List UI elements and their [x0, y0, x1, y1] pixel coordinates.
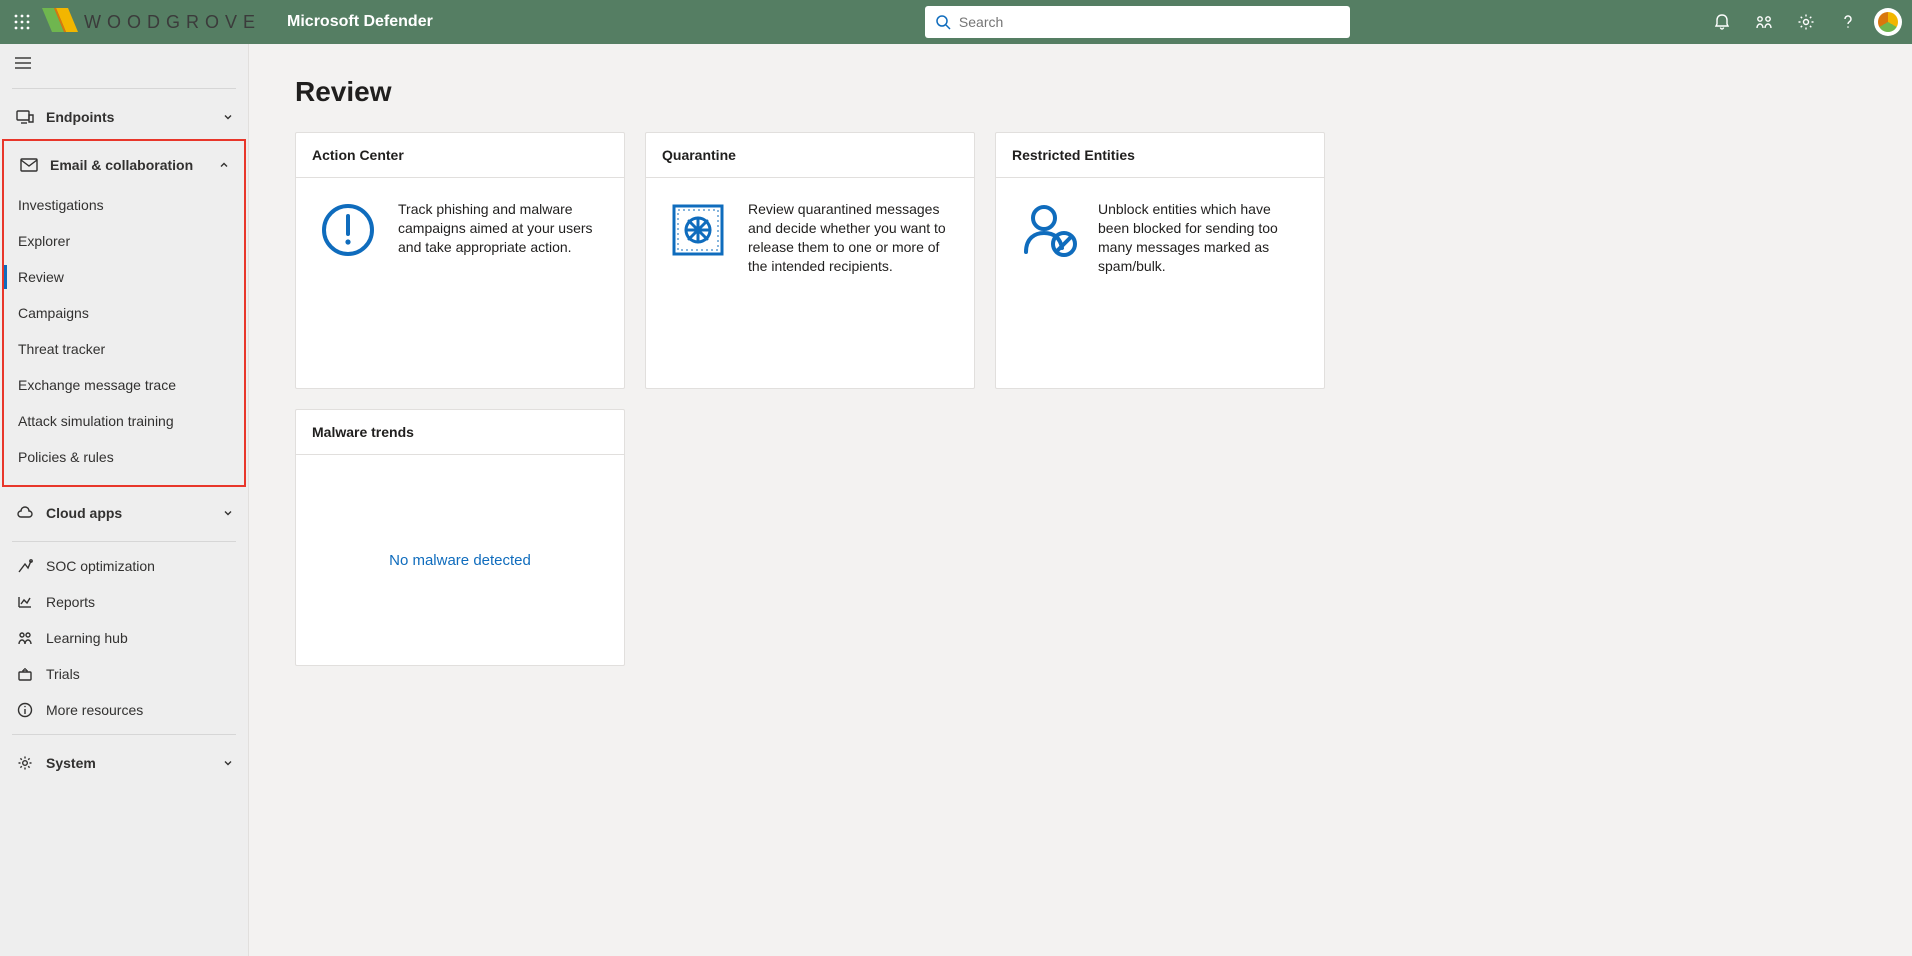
community-icon[interactable]	[1744, 0, 1784, 44]
user-blocked-icon	[1016, 200, 1080, 366]
app-name: Microsoft Defender	[287, 13, 433, 31]
card-malware-trends[interactable]: Malware trends No malware detected	[295, 409, 625, 666]
sidebar-item-exchange-trace[interactable]: Exchange message trace	[4, 367, 244, 403]
card-desc: Track phishing and malware campaigns aim…	[398, 200, 604, 366]
chevron-down-icon	[222, 757, 234, 769]
sidebar-group-label: Cloud apps	[46, 505, 122, 521]
logo-mark	[42, 8, 78, 36]
card-title: Malware trends	[296, 410, 624, 455]
card-action-center[interactable]: Action Center Track phishing and malware…	[295, 132, 625, 389]
sidebar: Endpoints Email & collaboration Investig…	[0, 44, 249, 956]
trials-icon	[14, 666, 36, 682]
page-title: Review	[295, 76, 1866, 108]
card-message: No malware detected	[389, 552, 531, 569]
sidebar-item-trials[interactable]: Trials	[0, 656, 248, 692]
sidebar-item-investigations[interactable]: Investigations	[4, 187, 244, 223]
account-avatar[interactable]	[1874, 8, 1902, 36]
card-restricted-entities[interactable]: Restricted Entities Unblock entities whi…	[995, 132, 1325, 389]
settings-icon[interactable]	[1786, 0, 1826, 44]
chevron-down-icon	[222, 507, 234, 519]
sidebar-item-more[interactable]: More resources	[0, 692, 248, 728]
app-launcher-icon[interactable]	[6, 6, 38, 38]
sidebar-group-email[interactable]: Email & collaboration	[4, 143, 244, 187]
sidebar-group-label: Email & collaboration	[50, 157, 193, 173]
card-title: Quarantine	[646, 133, 974, 178]
sidebar-item-reports[interactable]: Reports	[0, 584, 248, 620]
search-input[interactable]	[959, 14, 1340, 30]
search-icon	[935, 14, 951, 30]
sidebar-item-learning[interactable]: Learning hub	[0, 620, 248, 656]
sidebar-group-endpoints[interactable]: Endpoints	[0, 95, 248, 139]
learning-icon	[14, 630, 36, 646]
card-quarantine[interactable]: Quarantine Review quarantined messages a…	[645, 132, 975, 389]
alert-circle-icon	[316, 200, 380, 366]
sidebar-item-policies[interactable]: Policies & rules	[4, 439, 244, 475]
endpoints-icon	[14, 109, 36, 125]
quarantine-icon	[666, 200, 730, 366]
mail-icon	[18, 158, 40, 172]
search-box[interactable]	[925, 6, 1350, 38]
notifications-icon[interactable]	[1702, 0, 1742, 44]
sidebar-item-explorer[interactable]: Explorer	[4, 223, 244, 259]
main-content: Review Action Center Track phishing and …	[249, 44, 1912, 956]
card-desc: Unblock entities which have been blocked…	[1098, 200, 1304, 366]
chevron-up-icon	[218, 159, 230, 171]
sidebar-item-campaigns[interactable]: Campaigns	[4, 295, 244, 331]
help-icon[interactable]	[1828, 0, 1868, 44]
sidebar-group-cloud-apps[interactable]: Cloud apps	[0, 491, 248, 535]
top-bar: WOODGROVE Microsoft Defender	[0, 0, 1912, 44]
info-icon	[14, 702, 36, 718]
card-title: Action Center	[296, 133, 624, 178]
org-name: WOODGROVE	[84, 12, 261, 33]
sidebar-item-attack-sim[interactable]: Attack simulation training	[4, 403, 244, 439]
cloud-icon	[14, 506, 36, 520]
highlighted-section: Email & collaboration Investigations Exp…	[2, 139, 246, 487]
sidebar-group-label: Endpoints	[46, 109, 114, 125]
chevron-down-icon	[222, 111, 234, 123]
sidebar-item-review[interactable]: Review	[4, 259, 244, 295]
card-desc: Review quarantined messages and decide w…	[748, 200, 954, 366]
org-logo: WOODGROVE	[42, 8, 261, 36]
sidebar-group-system[interactable]: System	[0, 741, 248, 785]
card-title: Restricted Entities	[996, 133, 1324, 178]
sidebar-item-soc[interactable]: SOC optimization	[0, 548, 248, 584]
gear-icon	[14, 755, 36, 771]
sidebar-group-label: System	[46, 755, 96, 771]
sidebar-toggle[interactable]	[0, 44, 248, 82]
optimization-icon	[14, 558, 36, 574]
sidebar-item-threat-tracker[interactable]: Threat tracker	[4, 331, 244, 367]
reports-icon	[14, 594, 36, 610]
